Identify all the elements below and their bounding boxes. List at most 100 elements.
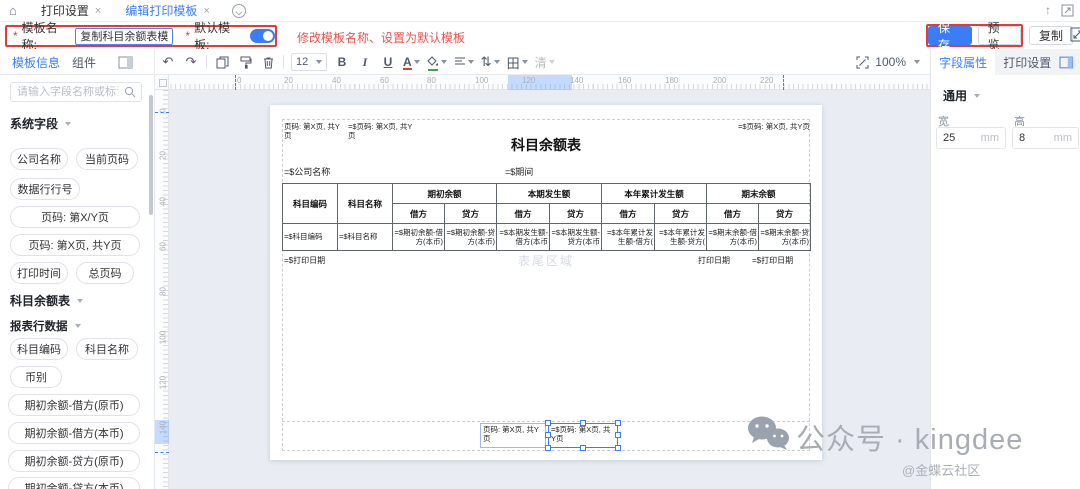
delete-icon[interactable] <box>260 53 276 71</box>
selection-handle[interactable] <box>615 420 621 426</box>
search-icon[interactable] <box>124 86 136 98</box>
field-chip[interactable]: 页码: 第X页, 共Y页 <box>10 234 140 256</box>
sub-header-credit[interactable]: 贷方 <box>655 204 707 224</box>
cell-field[interactable]: =$本年累计发生额-贷方( <box>655 224 707 251</box>
copy-button[interactable]: 复制 <box>1029 26 1073 45</box>
window-icon[interactable] <box>1061 4 1074 17</box>
cell-field[interactable]: =$本年累计发生额-借方( <box>602 224 655 251</box>
sub-header-debit[interactable]: 借方 <box>393 204 445 224</box>
tab-components[interactable]: 组件 <box>72 54 96 71</box>
field-chip[interactable]: 科目名称 <box>76 338 138 360</box>
sub-header-credit[interactable]: 贷方 <box>445 204 497 224</box>
clear-format-icon[interactable]: 清 <box>535 54 547 71</box>
col-header-name[interactable]: 科目名称 <box>338 184 393 224</box>
fill-color-icon[interactable] <box>427 55 439 70</box>
sub-header-debit[interactable]: 借方 <box>707 204 759 224</box>
field-chip[interactable]: 期初余额-借方(本币) <box>8 422 140 444</box>
selection-handle[interactable] <box>545 420 551 426</box>
group-header[interactable]: 期初余额 <box>393 184 497 204</box>
field-chip[interactable]: 币别 <box>10 366 62 388</box>
align-icon[interactable] <box>454 55 466 70</box>
col-header-code[interactable]: 科目编码 <box>283 184 338 224</box>
default-template-toggle[interactable] <box>250 29 275 43</box>
sub-header-debit[interactable]: 借方 <box>497 204 550 224</box>
cell-field[interactable]: =$本期发生额-借方(本币 <box>497 224 550 251</box>
cell-field[interactable]: =$科目名称 <box>338 224 393 251</box>
fullscreen-icon[interactable] <box>1070 27 1080 42</box>
cell-field[interactable]: =$期初余额-贷方(本币) <box>445 224 497 251</box>
field-chip[interactable]: 期初余额-贷方(原币) <box>8 450 140 472</box>
preview-button[interactable]: 预览 <box>978 26 1022 45</box>
collapse-left-panel-icon[interactable] <box>118 56 133 69</box>
group-header[interactable]: 期末余额 <box>707 184 811 204</box>
border-icon[interactable]: 田 <box>507 53 520 72</box>
collapse-right-panel-icon[interactable] <box>1059 56 1074 69</box>
sub-header-debit[interactable]: 借方 <box>602 204 655 224</box>
redo-icon[interactable]: ↷ <box>183 53 199 71</box>
font-size-select[interactable]: 12 <box>291 53 327 71</box>
period-field[interactable]: =$期间 <box>505 165 533 178</box>
sub-header-credit[interactable]: 贷方 <box>550 204 602 224</box>
section-general[interactable]: 通用 <box>943 87 980 104</box>
copy-icon[interactable] <box>214 53 230 71</box>
print-date-label-field[interactable]: 打印日期 <box>698 255 730 266</box>
tab-field-properties[interactable]: 字段属性 <box>931 49 995 75</box>
tab-template-info[interactable]: 模板信息 <box>12 54 60 71</box>
tab-print-setup[interactable]: 打印设置 <box>995 49 1059 75</box>
zoom-level[interactable]: 100% <box>875 55 906 69</box>
field-chip[interactable]: 科目编码 <box>10 338 68 360</box>
print-date-field[interactable]: =$打印日期 <box>284 255 325 266</box>
selection-handle[interactable] <box>615 432 621 438</box>
field-chip[interactable]: 期初余额-借方(原币) <box>8 394 140 416</box>
field-chip[interactable]: 打印时间 <box>10 262 68 284</box>
vertical-align-icon[interactable]: ⇅ <box>481 54 492 70</box>
selection-handle[interactable] <box>545 432 551 438</box>
format-painter-icon[interactable] <box>237 53 253 71</box>
underline-icon[interactable]: U <box>380 53 396 71</box>
selection-handle[interactable] <box>545 445 551 451</box>
home-icon[interactable]: ⌂ <box>9 4 17 17</box>
selection-handle[interactable] <box>580 420 586 426</box>
field-chip[interactable]: 期初余额-贷方(本币) <box>8 477 140 489</box>
balance-table[interactable]: 科目编码 科目名称 期初余额 本期发生额 本年累计发生额 期末余额 借方 贷方 … <box>282 183 811 251</box>
field-chip[interactable]: 数据行行号 <box>10 178 80 200</box>
cell-field[interactable]: =$期初余额-借方(本币) <box>393 224 445 251</box>
group-header[interactable]: 本年累计发生额 <box>602 184 707 204</box>
group-header[interactable]: 本期发生额 <box>497 184 602 204</box>
selection-handle[interactable] <box>580 445 586 451</box>
bottom-page-number-field[interactable]: 页码: 第X页, 共Y页 <box>480 423 546 448</box>
section-account-balance[interactable]: 科目余额表 <box>10 292 83 309</box>
cell-field[interactable]: =$本期发生额-贷方(本币 <box>550 224 602 251</box>
save-button[interactable]: 保存 <box>928 26 972 45</box>
bold-icon[interactable]: B <box>334 53 350 71</box>
report-title[interactable]: 科目余额表 <box>270 135 822 155</box>
field-chip[interactable]: 当前页码 <box>76 148 138 170</box>
selection-handle[interactable] <box>615 445 621 451</box>
company-name-field[interactable]: =$公司名称 <box>284 165 330 178</box>
close-icon[interactable]: × <box>95 5 101 17</box>
template-page[interactable]: 页码: 第X页, 共Y页 =$页码: 第X页, 共Y页 =$页码: 第X页, 共… <box>270 105 822 460</box>
field-chip[interactable]: 公司名称 <box>10 148 68 170</box>
italic-icon[interactable]: I <box>357 53 373 71</box>
sub-header-credit[interactable]: 贷方 <box>759 204 811 224</box>
scroll-up-icon[interactable]: ↑ <box>1045 3 1051 17</box>
fit-screen-icon[interactable] <box>856 56 869 69</box>
font-color-icon[interactable]: A <box>403 55 412 69</box>
tab-list-dropdown-icon[interactable] <box>232 4 246 18</box>
undo-icon[interactable]: ↶ <box>160 53 176 71</box>
field-chip[interactable]: 页码: 第X/Y页 <box>10 206 140 228</box>
print-date-field[interactable]: =$打印日期 <box>752 255 793 266</box>
section-report-row-data[interactable]: 报表行数据 <box>10 318 81 334</box>
field-chip[interactable]: 总页码 <box>76 262 134 284</box>
close-icon[interactable]: × <box>203 5 209 17</box>
page-number-var-field[interactable]: =$页码: 第X页, 共Y页 <box>738 122 810 131</box>
cell-field[interactable]: =$期末余额-贷方(本币) <box>759 224 811 251</box>
template-name-input[interactable] <box>75 28 173 45</box>
width-input[interactable]: 25 mm <box>936 127 1006 149</box>
sidebar-scrollbar[interactable] <box>149 95 153 215</box>
height-input[interactable]: 8 mm <box>1012 127 1079 149</box>
zoom-dropdown-icon[interactable] <box>914 60 920 64</box>
field-search-input[interactable] <box>11 86 124 98</box>
cell-field[interactable]: =$科目编码 <box>283 224 338 251</box>
cell-field[interactable]: =$期末余额-借方(本币) <box>707 224 759 251</box>
